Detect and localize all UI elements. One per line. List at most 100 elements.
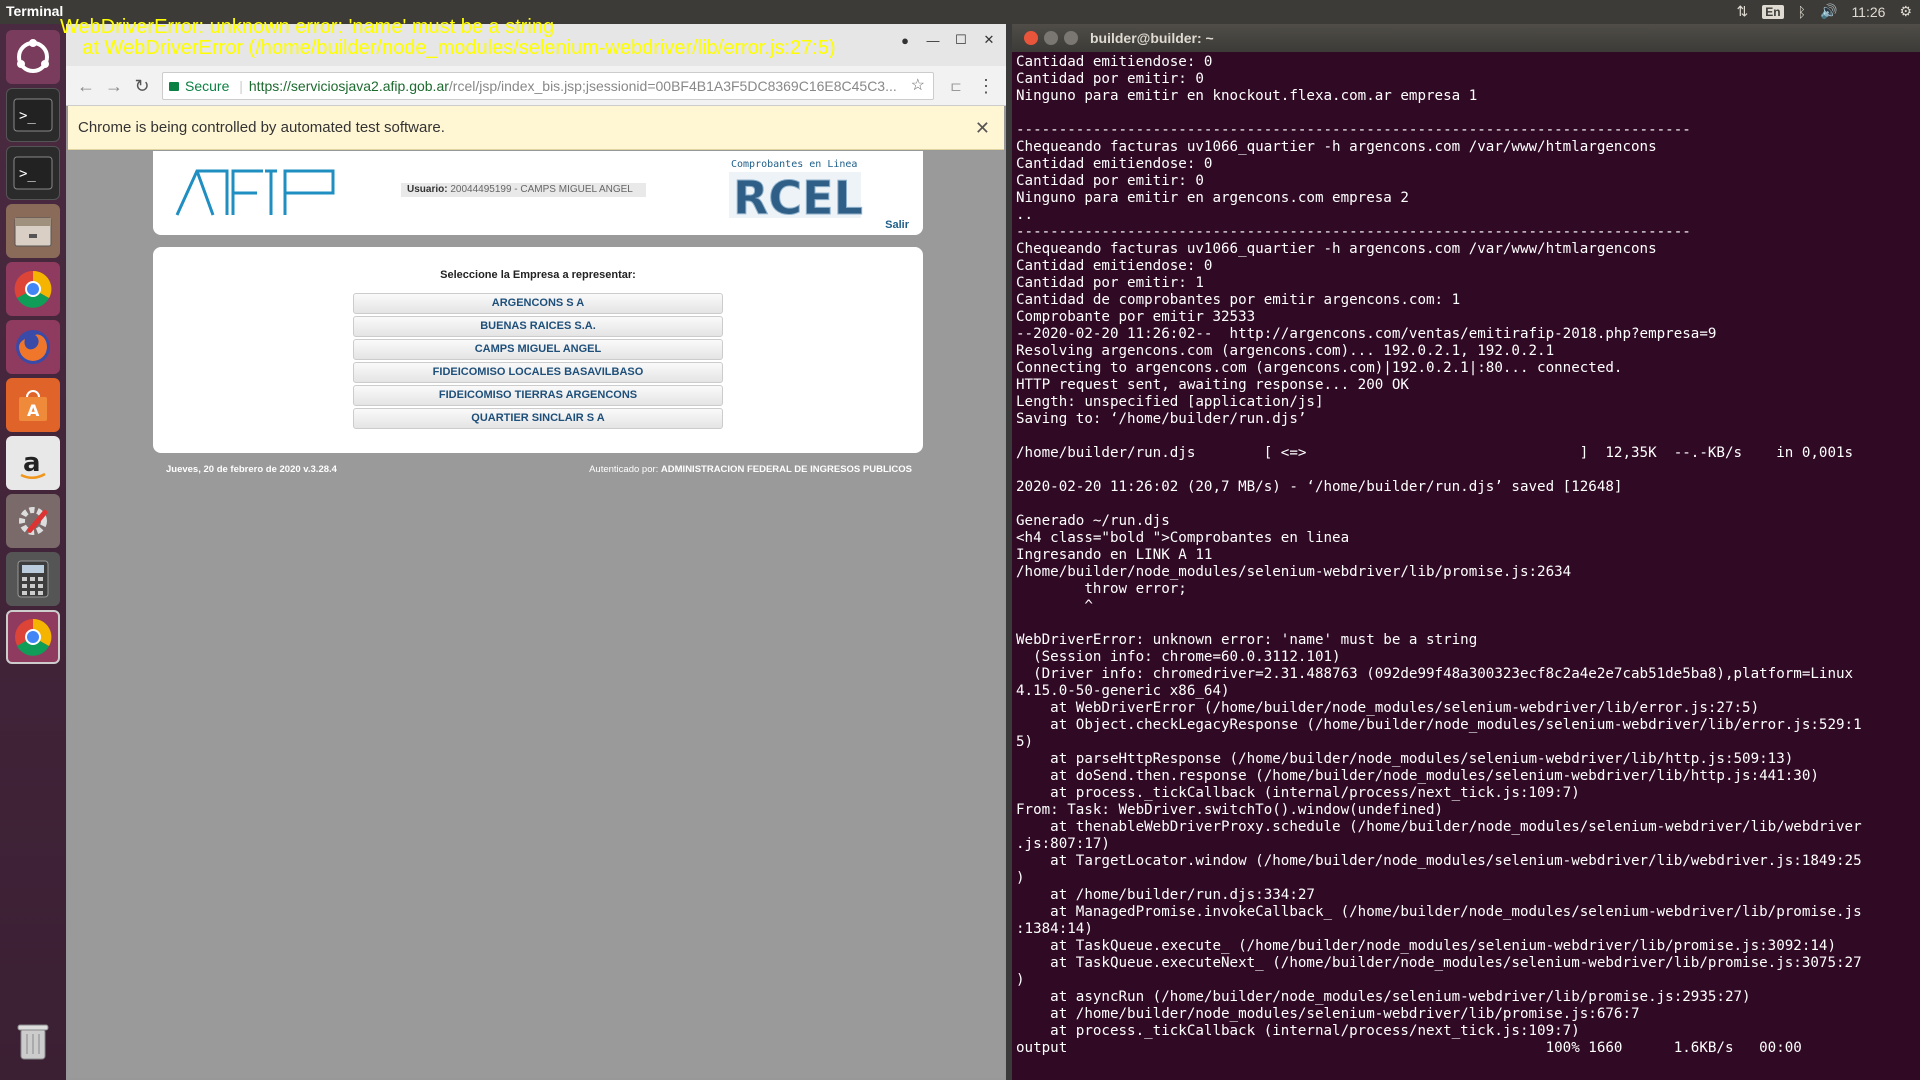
firefox-icon[interactable] (6, 320, 60, 374)
terminal-icon[interactable]: >_ (6, 88, 60, 142)
address-bar[interactable]: Secure | https://serviciosjava2.afip.gob.… (162, 72, 934, 100)
keyboard-layout-indicator[interactable]: En (1762, 4, 1784, 19)
window-controls: ● — ☐ ✕ (894, 30, 1000, 50)
svg-text:a: a (23, 448, 41, 478)
menu-icon[interactable]: ⋮ (974, 74, 998, 98)
empresa-button[interactable]: QUARTIER SINCLAIR S A (353, 408, 723, 429)
volume-icon[interactable]: 🔊 (1820, 3, 1837, 20)
terminal-line: <h4 class="bold ">Comprobantes en linea (1016, 530, 1350, 546)
terminal-line: ----------------------------------------… (1016, 122, 1691, 138)
url-scheme: https:// (248, 78, 291, 94)
terminal-line: at TargetLocator.window (/home/builder/n… (1016, 853, 1862, 869)
rcel-logo: Comprobantes en Linea RCEL (725, 159, 865, 226)
footer-auth: Autenticado por: ADMINISTRACION FEDERAL … (589, 464, 912, 475)
terminal-line: Ingresando en LINK A 11 (1016, 547, 1213, 563)
close-icon[interactable]: ✕ (975, 106, 990, 150)
terminal-line: WebDriverError: unknown error: 'name' mu… (1016, 632, 1478, 648)
empresa-button[interactable]: FIDEICOMISO LOCALES BASAVILBASO (353, 362, 723, 383)
terminal-line: at ManagedPromise.invokeCallback_ (/home… (1016, 904, 1862, 920)
terminal-line: at Object.checkLegacyResponse (/home/bui… (1016, 717, 1862, 733)
amazon-icon[interactable]: a (6, 436, 60, 490)
terminal-line: Ninguno para emitir en argencons.com emp… (1016, 190, 1409, 206)
terminal-line: .. (1016, 207, 1034, 223)
chrome-icon[interactable] (6, 262, 60, 316)
terminal-line: Cantidad por emitir: 0 (1016, 173, 1204, 189)
close-icon[interactable] (1024, 31, 1038, 45)
reload-icon[interactable]: ↻ (130, 74, 154, 98)
web-page: Usuario: 20044495199 - CAMPS MIGUEL ANGE… (68, 151, 1004, 1078)
terminal-line: (Session info: chrome=60.0.3112.101) (1016, 649, 1341, 665)
terminal-title: builder@builder: ~ (1090, 30, 1214, 46)
forward-icon[interactable]: → (102, 74, 126, 98)
terminal-line: Chequeando facturas uv1066_quartier -h a… (1016, 139, 1657, 155)
usuario-label: Usuario: (407, 184, 448, 195)
calculator-icon[interactable] (6, 552, 60, 606)
terminal-line: HTTP request sent, awaiting response... … (1016, 377, 1409, 393)
back-icon[interactable]: ← (74, 74, 98, 98)
profile-icon[interactable]: ● (894, 30, 916, 50)
terminal-line: Cantidad emitiendose: 0 (1016, 258, 1213, 274)
software-center-icon[interactable]: A (6, 378, 60, 432)
salir-link[interactable]: Salir (885, 219, 909, 231)
chrome-window: ● — ☐ ✕ ← → ↻ Secure | https://serviciosj… (66, 24, 1006, 1080)
extension-icon[interactable]: ⊏ (944, 74, 968, 98)
gear-icon[interactable]: ⚙ (1899, 3, 1912, 20)
files-icon[interactable] (6, 204, 60, 258)
terminal-line: Saving to: ‘/home/builder/run.djs’ (1016, 411, 1307, 427)
terminal-line: Comprobante por emitir 32533 (1016, 309, 1256, 325)
terminal-line: at /home/builder/run.djs:334:27 (1016, 887, 1315, 903)
terminal-line: :1384:14) (1016, 921, 1093, 937)
empresa-button[interactable]: FIDEICOMISO TIERRAS ARGENCONS (353, 385, 723, 406)
terminal-line: /home/builder/run.djs [ <=> ] 12,35K --.… (1016, 445, 1854, 461)
terminal-line: Length: unspecified [application/js] (1016, 394, 1324, 410)
terminal-line: 5) (1016, 734, 1034, 750)
terminal-line: at thenableWebDriverProxy.schedule (/hom… (1016, 819, 1862, 835)
terminal-icon[interactable]: >_ (6, 146, 60, 200)
rcel-logo-text: RCEL (733, 171, 863, 222)
terminal-line: output 100% 1660 1.6KB/s 00:00 (1016, 1040, 1802, 1056)
error-overlay-line: at WebDriverError (/home/builder/node_mo… (60, 37, 836, 59)
terminal-line: Cantidad de comprobantes por emitir arge… (1016, 292, 1461, 308)
minimize-icon[interactable]: — (922, 30, 944, 50)
svg-text:>_: >_ (19, 166, 36, 182)
terminal-line: at /home/builder/node_modules/selenium-w… (1016, 1006, 1640, 1022)
terminal-line: ----------------------------------------… (1016, 224, 1691, 240)
maximize-icon[interactable]: ☐ (950, 30, 972, 50)
close-icon[interactable]: ✕ (978, 30, 1000, 50)
page-footer: Jueves, 20 de febrero de 2020 v.3.28.4 A… (166, 464, 912, 475)
afip-logo (173, 165, 345, 224)
network-icon[interactable]: ⇅ (1737, 3, 1749, 20)
error-overlay: WebDriverError: unknown error: 'name' mu… (60, 17, 836, 59)
minimize-icon[interactable] (1044, 31, 1058, 45)
terminal-line: ) (1016, 972, 1025, 988)
svg-text:>_: >_ (19, 108, 36, 124)
terminal-line: at process._tickCallback (internal/proce… (1016, 785, 1580, 801)
terminal-line: ) (1016, 870, 1025, 886)
terminal-line: /home/builder/node_modules/selenium-webd… (1016, 564, 1572, 580)
terminal-line: 2020-02-20 11:26:02 (20,7 MB/s) - ‘/home… (1016, 479, 1623, 495)
empresa-button[interactable]: ARGENCONS S A (353, 293, 723, 314)
indicator-area: ⇅ En ᛒ 🔊 11:26 ⚙ (1737, 3, 1912, 20)
terminal-line: at asyncRun (/home/builder/node_modules/… (1016, 989, 1751, 1005)
empresa-button[interactable]: CAMPS MIGUEL ANGEL (353, 339, 723, 360)
trash-icon[interactable] (6, 1014, 60, 1068)
terminal-output[interactable]: Cantidad emitiendose: 0 Cantidad por emit… (1016, 54, 1916, 1078)
bluetooth-icon[interactable]: ᛒ (1798, 4, 1806, 20)
error-overlay-line: WebDriverError: unknown error: 'name' mu… (60, 16, 555, 38)
empresa-list: ARGENCONS S A BUENAS RAICES S.A. CAMPS M… (353, 293, 723, 431)
dash-icon[interactable] (6, 30, 60, 84)
maximize-icon[interactable] (1064, 31, 1078, 45)
star-icon[interactable]: ☆ (911, 73, 925, 99)
settings-icon[interactable] (6, 494, 60, 548)
clock[interactable]: 11:26 (1851, 4, 1885, 20)
active-app-name: Terminal (6, 3, 64, 19)
empresa-button[interactable]: BUENAS RAICES S.A. (353, 316, 723, 337)
chrome-icon[interactable] (6, 610, 60, 664)
launcher: >_ >_ A a (0, 24, 66, 1080)
footer-date-version: Jueves, 20 de febrero de 2020 v.3.28.4 (166, 464, 337, 475)
rcel-tagline: Comprobantes en Linea (731, 159, 858, 170)
secure-label: Secure (185, 78, 230, 94)
